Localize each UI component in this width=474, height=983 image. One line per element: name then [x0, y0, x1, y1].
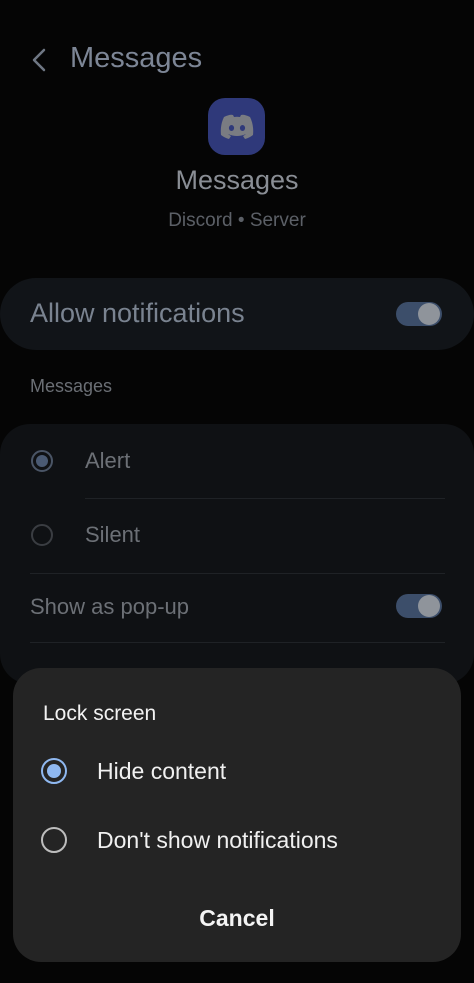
dont-show-notifications-option[interactable]: Don't show notifications [13, 813, 461, 867]
lock-screen-bottom-sheet: Lock screen Hide content Don't show noti… [13, 668, 461, 962]
popup-toggle[interactable] [396, 594, 442, 618]
discord-app-icon [208, 98, 265, 155]
dont-show-notifications-label: Don't show notifications [97, 827, 338, 853]
app-subtitle: Discord • Server [168, 210, 306, 231]
hide-content-option[interactable]: Hide content [13, 744, 461, 798]
allow-notifications-row[interactable]: Allow notifications [0, 278, 474, 350]
hide-content-radio[interactable] [41, 758, 67, 784]
alert-radio[interactable] [31, 450, 53, 472]
header: Messages [0, 0, 474, 110]
chevron-left-icon [32, 48, 46, 72]
allow-notifications-label: Allow notifications [30, 298, 245, 328]
popup-label: Show as pop-up [30, 594, 189, 619]
cancel-button[interactable]: Cancel [13, 896, 461, 940]
alert-option-row[interactable]: Alert [0, 424, 474, 498]
page-title: Messages [70, 42, 203, 74]
dont-show-notifications-radio[interactable] [41, 827, 67, 853]
alert-label: Alert [85, 448, 131, 473]
divider [30, 642, 445, 643]
toggle-knob [418, 595, 440, 617]
notification-settings-screen: Messages Messages Discord • Server Allow… [0, 0, 474, 983]
allow-notifications-toggle[interactable] [396, 302, 442, 326]
silent-label: Silent [85, 522, 141, 547]
silent-option-row[interactable]: Silent [0, 499, 474, 573]
hide-content-label: Hide content [97, 758, 227, 784]
back-button[interactable] [26, 44, 54, 76]
discord-logo-icon [220, 114, 253, 139]
section-label-messages: Messages [30, 376, 113, 396]
notification-options-card: Alert Silent Show as pop-up [0, 424, 474, 684]
silent-radio[interactable] [31, 524, 53, 546]
popup-row[interactable]: Show as pop-up [0, 574, 474, 642]
toggle-knob [418, 303, 440, 325]
sheet-title: Lock screen [43, 702, 157, 725]
app-name: Messages [175, 165, 299, 195]
